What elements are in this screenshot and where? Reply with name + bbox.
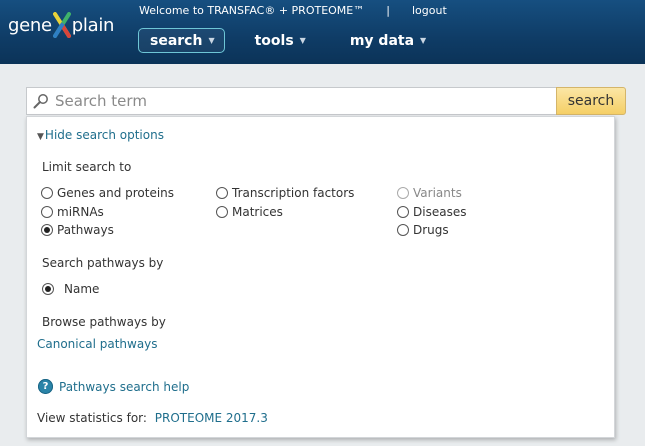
radio-button[interactable] (41, 224, 53, 236)
radio-matrices[interactable]: Matrices (216, 205, 283, 219)
radio-label: miRNAs (57, 205, 104, 219)
welcome-bar: Welcome to TRANSFAC® + PROTEOME™ | logou… (139, 4, 447, 17)
logo-text-right: plain (71, 14, 115, 36)
hide-search-options-toggle[interactable]: ▼Hide search options (37, 128, 164, 142)
radio-label: Genes and proteins (57, 186, 175, 200)
nav-search[interactable]: search ▼ (138, 28, 225, 53)
help-icon[interactable]: ? (38, 379, 53, 394)
radio-button[interactable] (397, 206, 409, 218)
radio-button[interactable] (397, 224, 409, 236)
stats-label: View statistics for: (37, 411, 147, 425)
genexplain-logo[interactable]: gene plain (8, 9, 114, 41)
chevron-down-icon: ▼ (299, 36, 306, 45)
radio-diseases[interactable]: Diseases (397, 205, 466, 219)
logout-link[interactable]: logout (412, 4, 447, 17)
logo-text-left: gene (8, 14, 52, 36)
radio-drugs[interactable]: Drugs (397, 223, 449, 237)
browse-pathways-by-label: Browse pathways by (42, 315, 166, 329)
search-button[interactable]: search (556, 87, 626, 115)
search-input[interactable] (55, 88, 555, 114)
radio-button[interactable] (41, 187, 53, 199)
radio-button[interactable] (216, 206, 228, 218)
radio-button[interactable] (42, 283, 54, 295)
radio-button[interactable] (397, 187, 409, 199)
separator: | (386, 4, 390, 17)
limit-search-label: Limit search to (42, 160, 132, 174)
search-options-panel: ▼Hide search options Limit search to Gen… (26, 116, 615, 438)
radio-label: Drugs (413, 223, 449, 237)
nav-tools[interactable]: tools ▼ (243, 28, 318, 53)
nav-my-data-label: my data (349, 32, 415, 49)
radio-label: Diseases (413, 205, 467, 219)
radio-button[interactable] (216, 187, 228, 199)
radio-variants[interactable]: Variants (397, 186, 462, 200)
top-header: gene plain Welcome to TRANSFAC® + PROTEO… (0, 0, 645, 64)
radio-transcription-factors[interactable]: Transcription factors (216, 186, 354, 200)
radio-label: Pathways (57, 223, 114, 237)
nav-search-label: search (150, 32, 203, 49)
radio-label: Variants (413, 186, 462, 200)
nav-tools-label: tools (254, 32, 294, 49)
nav-my-data[interactable]: my data ▼ (338, 28, 438, 53)
radio-label: Matrices (232, 205, 283, 219)
radio-mirnas[interactable]: miRNAs (41, 205, 104, 219)
triangle-down-icon: ▼ (37, 132, 44, 142)
radio-label: Transcription factors (232, 186, 355, 200)
radio-name[interactable]: Name (42, 282, 99, 296)
welcome-text: Welcome to TRANSFAC® + PROTEOME™ (139, 4, 365, 17)
pathways-search-help[interactable]: ? Pathways search help (38, 379, 189, 394)
radio-pathways[interactable]: Pathways (41, 223, 114, 237)
pathways-search-help-link[interactable]: Pathways search help (59, 380, 189, 394)
radio-button[interactable] (41, 206, 53, 218)
chevron-down-icon: ▼ (420, 36, 427, 45)
search-box (26, 87, 556, 115)
search-icon (33, 94, 48, 109)
chevron-down-icon: ▼ (208, 36, 215, 45)
main-nav: search ▼ tools ▼ my data ▼ (138, 28, 438, 53)
logo-x-icon (52, 12, 71, 38)
stats-link[interactable]: PROTEOME 2017.3 (155, 411, 268, 425)
radio-genes-and-proteins[interactable]: Genes and proteins (41, 186, 174, 200)
search-pathways-by-label: Search pathways by (42, 256, 164, 270)
toggle-label: Hide search options (44, 128, 164, 142)
canonical-pathways-link[interactable]: Canonical pathways (37, 337, 158, 351)
radio-label: Name (64, 282, 100, 296)
stats-row: View statistics for: PROTEOME 2017.3 (37, 411, 268, 425)
